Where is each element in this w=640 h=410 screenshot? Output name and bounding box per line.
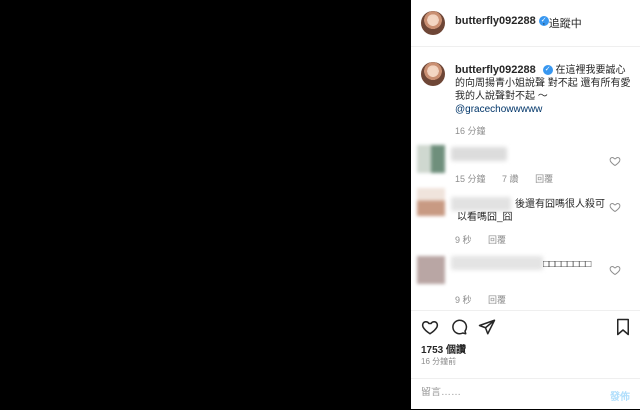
caption-username[interactable]: butterfly092288 bbox=[455, 64, 536, 76]
caption-time: 16 分鐘 bbox=[455, 126, 486, 136]
comment-time: 9 秒 bbox=[455, 235, 472, 245]
comment-blurred-text bbox=[451, 147, 507, 161]
bookmark-icon[interactable] bbox=[615, 318, 631, 336]
post-media bbox=[0, 0, 411, 409]
caption-mention[interactable]: @gracechowwwww bbox=[455, 104, 542, 115]
comment-icon[interactable] bbox=[450, 318, 468, 336]
comment-time: 9 秒 bbox=[455, 295, 472, 305]
verified-icon: ✓ bbox=[542, 65, 553, 76]
heart-icon[interactable] bbox=[609, 155, 621, 167]
post-header: butterfly092288 ✓ · 追蹤中 bbox=[411, 0, 640, 47]
avatar[interactable] bbox=[417, 145, 445, 173]
like-count[interactable]: 1753 個讚 bbox=[421, 341, 466, 356]
comment-meta: 9 秒 回覆 bbox=[455, 233, 520, 246]
reply-link[interactable]: 回覆 bbox=[535, 174, 553, 184]
post-time: 16 分鐘前 bbox=[421, 357, 457, 366]
comment-input[interactable] bbox=[421, 387, 581, 398]
comment-meta: 9 秒 回覆 bbox=[455, 293, 520, 306]
comment-box: 發佈 bbox=[411, 378, 640, 410]
comment-text: □□□□□□□□ bbox=[543, 259, 592, 270]
caption: butterfly092288 ✓ 在這裡我要誠心的向周揚青小姐說聲 對不起 還有… bbox=[455, 64, 633, 116]
comment-likes[interactable]: 7 讚 bbox=[502, 174, 519, 184]
post-panel: butterfly092288 ✓ · 追蹤中 butterfly092288 ✓ … bbox=[411, 0, 640, 409]
heart-icon[interactable] bbox=[609, 201, 621, 213]
caption-avatar[interactable] bbox=[421, 62, 445, 86]
avatar[interactable] bbox=[421, 11, 445, 35]
avatar[interactable] bbox=[417, 256, 445, 284]
heart-icon[interactable] bbox=[421, 318, 439, 336]
comment-meta: 15 分鐘 7 讚 回覆 bbox=[455, 172, 567, 185]
reply-link[interactable]: 回覆 bbox=[488, 295, 506, 305]
comment-text: 後還有囧嗎很人殺可以看嗎囧_囧 bbox=[457, 199, 605, 223]
post-button[interactable]: 發佈 bbox=[610, 388, 630, 403]
share-icon[interactable] bbox=[478, 318, 496, 336]
header-username[interactable]: butterfly092288 ✓ bbox=[455, 15, 549, 27]
avatar[interactable] bbox=[417, 188, 445, 216]
reply-link[interactable]: 回覆 bbox=[488, 235, 506, 245]
comment-time: 15 分鐘 bbox=[455, 174, 486, 184]
follow-status[interactable]: · 追蹤中 bbox=[542, 15, 582, 31]
heart-icon[interactable] bbox=[609, 264, 621, 276]
